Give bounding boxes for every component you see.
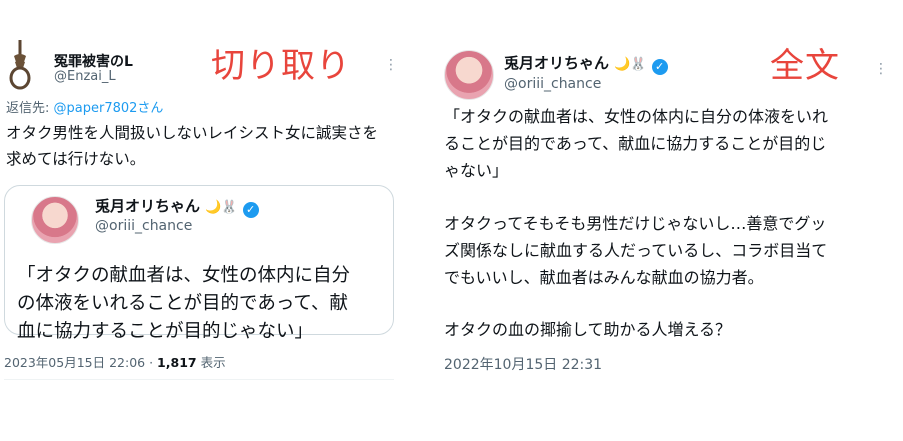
tweet-body-paragraph-2: オタクってそもそも男性だけじゃないし…善意でグッ ズ関係なしに献血する人だってい… <box>444 210 827 291</box>
more-options-icon[interactable]: ⋮ <box>384 58 398 72</box>
tweet-body-line: ることが目的であって、献血に協力することが目的じ <box>444 134 827 153</box>
tweet-body-line: 求めては行けない。 <box>6 150 146 168</box>
author-name[interactable]: 兎月オリちゃん <box>504 54 609 72</box>
tweet-body-line: オタクの血の揶揄して助かる人増える？ <box>444 320 732 339</box>
reply-mention-link[interactable]: @paper7802 <box>54 101 138 116</box>
annotation-crop-label: 切り取り <box>211 46 351 86</box>
view-count: 1,817 <box>157 355 197 370</box>
divider <box>4 379 394 380</box>
annotation-fulltext-label: 全文 <box>770 46 840 86</box>
views-label: 表示 <box>196 355 226 370</box>
quoted-author-name-row: 兎月オリちゃん 🌙🐰 ✓ <box>95 195 259 218</box>
more-options-icon[interactable]: ⋮ <box>874 62 888 76</box>
quoted-tweet-card[interactable]: 兎月オリちゃん 🌙🐰 ✓ @oriii_chance 「オタクの献血者は、女性の… <box>4 185 394 342</box>
tweet-body: オタク男性を人間扱いしないレイシスト女に誠実さを 求めては行けない。 <box>6 120 378 172</box>
tweet-body-line: オタク男性を人間扱いしないレイシスト女に誠実さを <box>6 124 379 142</box>
quoted-author-avatar[interactable] <box>31 196 79 244</box>
quoted-body-line: の体液をいれることが目的であって、献 <box>17 293 348 314</box>
quoted-author-name[interactable]: 兎月オリちゃん <box>95 197 200 215</box>
noose-avatar-icon[interactable] <box>6 40 34 90</box>
reply-to-line: 返信先: @paper7802さん <box>6 97 163 116</box>
reply-suffix[interactable]: さん <box>137 101 163 116</box>
tweet-metadata: 2023年05月15日 22:06 · 1,817 表示 <box>4 352 226 371</box>
tweet-body-line: ズ関係なしに献血する人だっているし、コラボ目当て <box>444 241 828 260</box>
quoted-tweet-body: 「オタクの献血者は、女性の体内に自分 の体液をいれることが目的であって、献 血に… <box>17 262 350 346</box>
tweet-timestamp[interactable]: 2023年05月15日 22:06 <box>4 355 145 370</box>
verified-badge-icon: ✓ <box>242 202 259 218</box>
tweet-body-paragraph-3: オタクの血の揶揄して助かる人増える？ <box>444 316 731 343</box>
meta-separator: · <box>145 355 158 370</box>
tweet-body-line: ゃない」 <box>444 161 509 180</box>
tweet-body-paragraph-1: 「オタクの献血者は、女性の体内に自分の体液をいれ ることが目的であって、献血に協… <box>444 103 828 184</box>
name-emojis: 🌙🐰 <box>614 57 647 72</box>
name-emojis: 🌙🐰 <box>205 200 238 215</box>
cropped-tweet-panel: 冤罪被害のL @Enzai_L 切り取り ⋮ 返信先: @paper7802さん… <box>0 0 400 441</box>
author-avatar[interactable] <box>444 50 494 100</box>
tweet-body-line: でもいいし、献血者はみんな献血の協力者。 <box>444 268 764 287</box>
verified-badge-icon: ✓ <box>651 59 668 75</box>
tweet-body-line: 「オタクの献血者は、女性の体内に自分の体液をいれ <box>444 107 829 126</box>
reply-prefix: 返信先: <box>6 101 54 116</box>
quoted-body-line: 血に協力することが目的じゃない」 <box>17 321 314 342</box>
quoted-body-line: 「オタクの献血者は、女性の体内に自分 <box>17 265 351 286</box>
tweet-timestamp[interactable]: 2022年10月15日 22:31 <box>444 354 602 374</box>
tweet-body-line: オタクってそもそも男性だけじゃないし…善意でグッ <box>444 214 827 233</box>
author-handle[interactable]: @oriii_chance <box>504 76 601 92</box>
author-name[interactable]: 冤罪被害のL <box>54 51 133 71</box>
author-name-row: 兎月オリちゃん 🌙🐰 ✓ <box>504 52 668 75</box>
full-tweet-panel: 兎月オリちゃん 🌙🐰 ✓ @oriii_chance 全文 ⋮ 「オタクの献血者… <box>430 0 903 441</box>
quoted-author-handle[interactable]: @oriii_chance <box>95 218 192 234</box>
author-handle[interactable]: @Enzai_L <box>54 69 116 84</box>
